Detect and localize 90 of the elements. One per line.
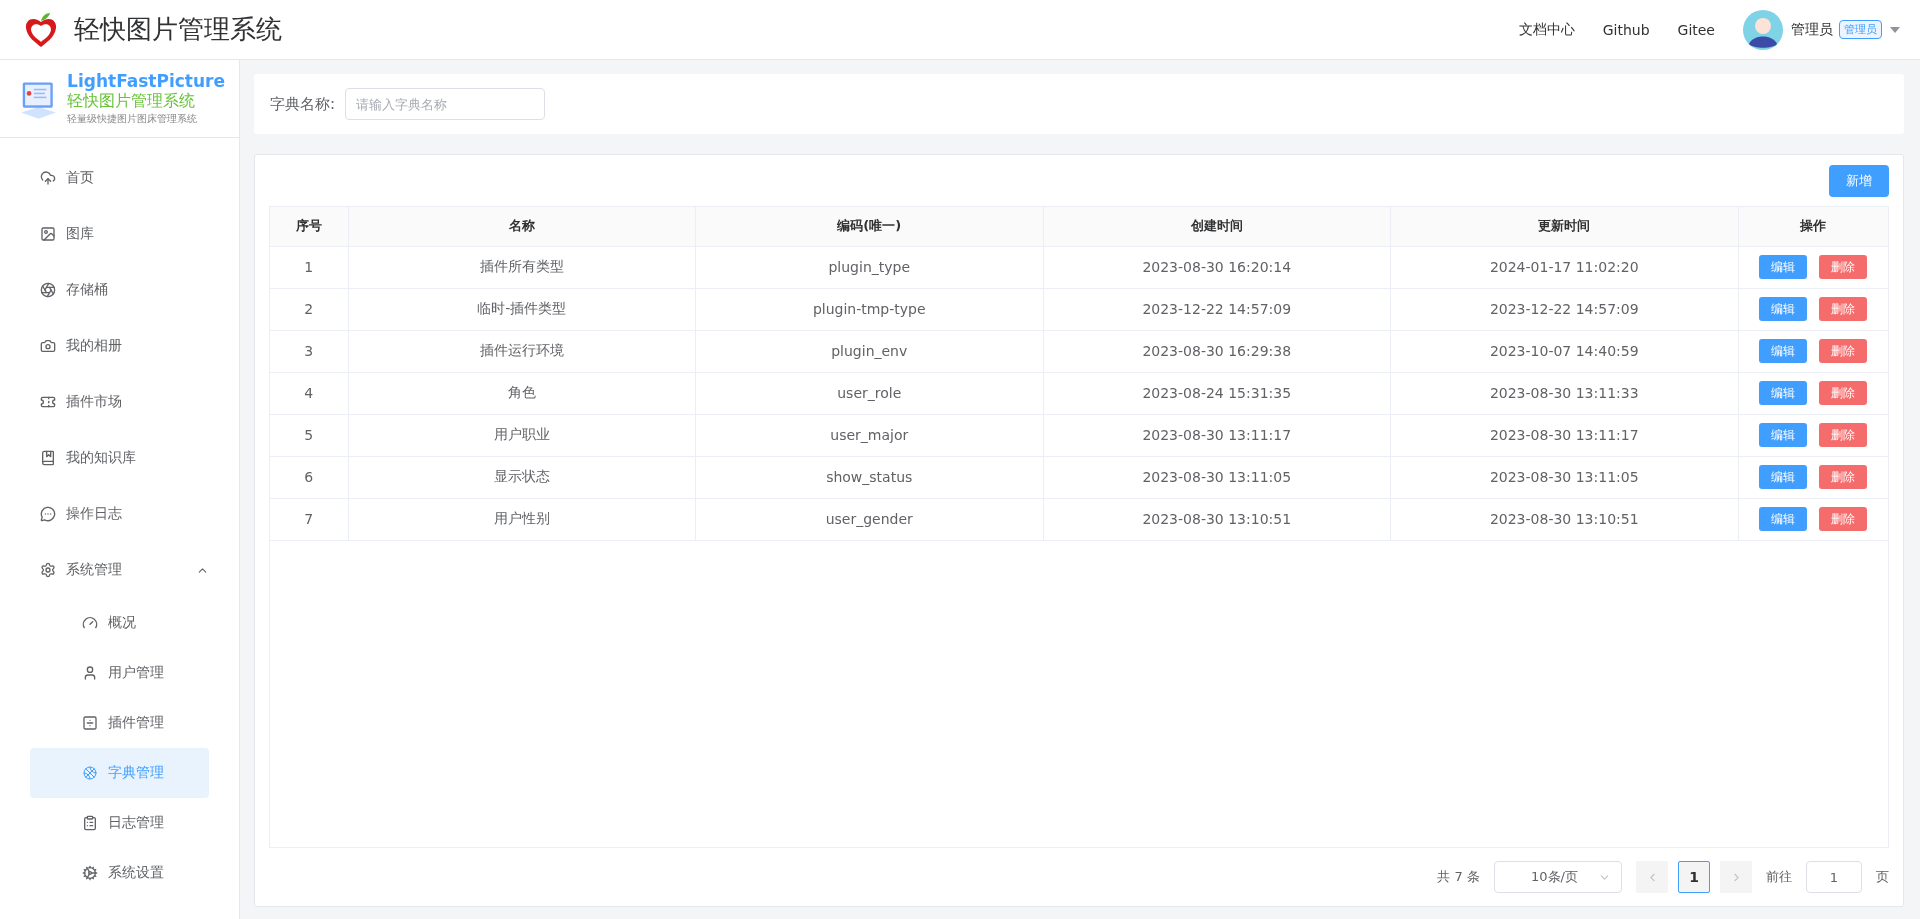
table-cell: 2023-08-24 15:31:35	[1043, 372, 1391, 414]
header-link[interactable]: Gitee	[1677, 21, 1715, 38]
table-cell: 2023-08-30 13:11:05	[1390, 456, 1738, 498]
table-cell: 插件运行环境	[348, 330, 696, 372]
aperture-icon	[40, 282, 56, 298]
table-cell: plugin_env	[695, 330, 1043, 372]
table-cell: plugin-tmp-type	[695, 288, 1043, 330]
header-link[interactable]: 文档中心	[1518, 20, 1575, 39]
table-cell: 2023-08-30 13:10:51	[1390, 498, 1738, 540]
page-input[interactable]: 1	[1806, 861, 1862, 893]
table-cell: 2023-12-22 14:57:09	[1390, 288, 1738, 330]
table-cell: 用户职业	[348, 414, 696, 456]
chat-icon	[40, 506, 56, 522]
avatar	[1743, 9, 1783, 50]
submenu-item[interactable]: 概况	[30, 598, 209, 648]
column-header: 名称	[348, 207, 696, 246]
ticket-icon	[40, 394, 56, 410]
panel-icon	[82, 715, 98, 731]
search-label: 字典名称:	[270, 94, 336, 114]
total-count: 共 7 条	[1437, 868, 1480, 886]
table-cell: 2023-08-30 13:11:17	[1043, 414, 1391, 456]
column-header: 编码(唯一)	[695, 207, 1043, 246]
image-icon	[40, 226, 56, 242]
table-cell: 显示状态	[348, 456, 696, 498]
role-tag: 管理员	[1839, 20, 1882, 39]
page-suffix: 页	[1876, 868, 1889, 886]
goto-label: 前往	[1766, 868, 1792, 886]
brand-title: 轻快图片管理系统	[67, 91, 197, 112]
menu-item[interactable]: 我的知识库	[30, 430, 209, 486]
table-cell: 2023-08-30 16:29:38	[1043, 330, 1391, 372]
submenu-item[interactable]: 用户管理	[30, 648, 209, 698]
menu-item[interactable]: 操作日志	[30, 486, 209, 542]
menu-item[interactable]: 系统管理	[30, 542, 209, 598]
apple-logo	[24, 11, 58, 48]
table-cell: 5	[270, 414, 348, 456]
table-cell: 2023-08-30 13:11:17	[1390, 414, 1738, 456]
menu-item[interactable]: 首页	[30, 150, 209, 206]
page-size-select[interactable]: 10条/页	[1494, 861, 1622, 893]
table-cell: 角色	[348, 372, 696, 414]
page-button[interactable]: 1	[1678, 861, 1710, 893]
book-icon	[40, 450, 56, 466]
table-cell: 7	[270, 498, 348, 540]
table-cell: user_gender	[695, 498, 1043, 540]
app-title: 轻快图片管理系统	[74, 13, 282, 46]
column-header: 操作	[1738, 207, 1888, 246]
menu-item[interactable]: 图库	[30, 206, 209, 262]
column-header: 序号	[270, 207, 348, 246]
search-field[interactable]: 请输入字典名称	[345, 88, 546, 120]
table-cell: 2023-08-30 13:10:51	[1043, 498, 1391, 540]
caret-icon[interactable]	[1890, 25, 1900, 34]
user-name: 管理员	[1791, 20, 1833, 39]
table-cell: plugin_type	[695, 246, 1043, 288]
settings-icon	[82, 865, 98, 881]
column-header: 更新时间	[1390, 207, 1738, 246]
table-cell: 1	[270, 246, 348, 288]
table-cell: 3	[270, 330, 348, 372]
brand-name: LightFastPicture	[67, 71, 225, 91]
settings-icon	[40, 562, 56, 578]
user-icon	[82, 665, 98, 681]
table-cell: user_role	[695, 372, 1043, 414]
menu-item[interactable]: 存储桶	[30, 262, 209, 318]
menu-item[interactable]: 插件市场	[30, 374, 209, 430]
ball-icon	[82, 765, 98, 781]
table-cell: user_major	[695, 414, 1043, 456]
table-cell: 6	[270, 456, 348, 498]
table-cell: 2023-12-22 14:57:09	[1043, 288, 1391, 330]
menu-item[interactable]: 我的相册	[30, 318, 209, 374]
submenu-item[interactable]: 系统设置	[30, 848, 209, 898]
submenu-item[interactable]: 日志管理	[30, 798, 209, 848]
column-header: 创建时间	[1043, 207, 1391, 246]
cloud-upload-icon	[40, 170, 56, 186]
table-cell: 临时-插件类型	[348, 288, 696, 330]
table-cell: 2023-08-30 16:20:14	[1043, 246, 1391, 288]
table-cell: 2023-08-30 13:11:33	[1390, 372, 1738, 414]
camera-icon	[40, 338, 56, 354]
table-cell: 2023-08-30 13:11:05	[1043, 456, 1391, 498]
table-cell: 用户性别	[348, 498, 696, 540]
table-cell: 4	[270, 372, 348, 414]
prev-page-button[interactable]	[1636, 861, 1668, 893]
table-cell: show_status	[695, 456, 1043, 498]
brand-subtitle: 轻量级快捷图片图床管理系统	[67, 112, 199, 126]
submenu-item[interactable]: 插件管理	[30, 698, 209, 748]
clipboard-icon	[82, 815, 98, 831]
header-link[interactable]: Github	[1602, 21, 1650, 38]
gauge-icon	[82, 615, 98, 631]
table-cell: 2023-10-07 14:40:59	[1390, 330, 1738, 372]
next-page-button[interactable]	[1720, 861, 1752, 893]
table-cell: 插件所有类型	[348, 246, 696, 288]
table-cell: 2024-01-17 11:02:20	[1390, 246, 1738, 288]
table-cell: 2	[270, 288, 348, 330]
